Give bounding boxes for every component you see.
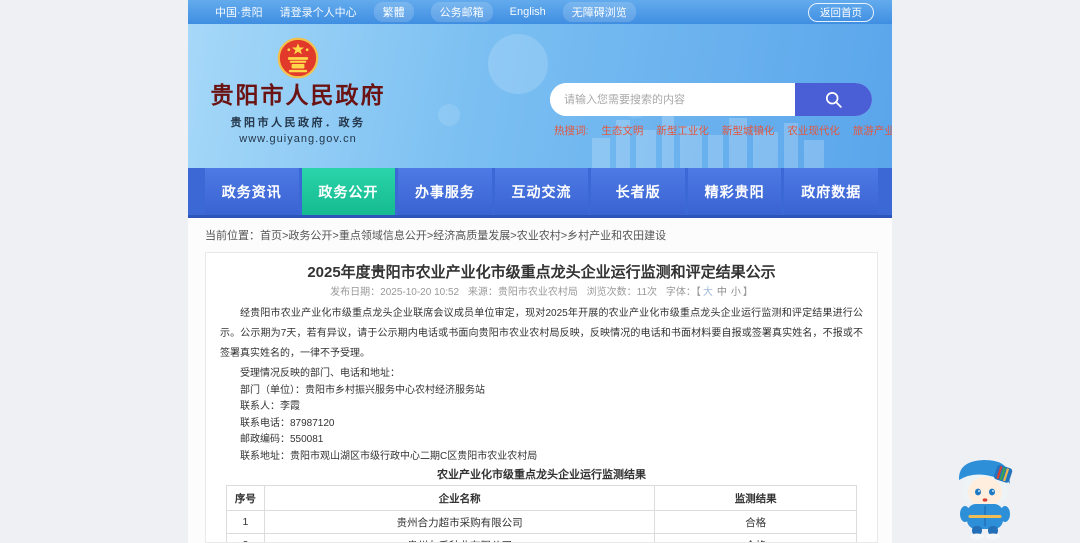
nav-tab-wonderful-guiyang[interactable]: 精彩贵阳 xyxy=(687,168,782,215)
nav-tab-services[interactable]: 办事服务 xyxy=(398,168,492,215)
col-header-seq: 序号 xyxy=(226,485,265,511)
font-size-label: 字体：【 xyxy=(665,287,701,298)
mascot-eye-highlight xyxy=(978,490,980,492)
header-banner: 贵阳市人民政府 贵阳市人民政府．政务 www.guiyang.gov.cn 热搜… xyxy=(188,24,892,168)
contact-phone: 联系电话：87987120 xyxy=(240,417,335,429)
banner-decoration xyxy=(438,104,460,126)
hot-word-industrialization[interactable]: 新型工业化 xyxy=(656,123,709,138)
nav-tab-news[interactable]: 政务资讯 xyxy=(205,168,299,215)
search-input[interactable] xyxy=(550,83,795,116)
nav-tab-senior-version[interactable]: 长者版 xyxy=(591,168,685,215)
breadcrumb: 当前位置：首页>政务公开>重点领域信息公开>经济高质量发展>农业农村>乡村产业和… xyxy=(205,227,666,243)
site-subtitle: 贵阳市人民政府．政务 xyxy=(230,117,366,129)
font-size-label-end: 】 xyxy=(742,287,753,298)
banner-decoration xyxy=(488,34,548,94)
nav-tab-interaction[interactable]: 互动交流 xyxy=(494,168,589,215)
city-skyline-silhouette xyxy=(592,108,892,168)
table-row: 2 贵州友禾种业有限公司 合格 xyxy=(226,533,857,542)
publish-date: 发布日期：2025-10-20 10:52 xyxy=(330,287,460,298)
article-meta: 发布日期：2025-10-20 10:52 来源：贵阳市农业农村局 浏览次数：1… xyxy=(220,287,863,298)
site-url: www.guiyang.gov.cn xyxy=(239,133,357,145)
font-size-medium-button[interactable]: 中 xyxy=(717,287,727,298)
nav-tab-gov-data[interactable]: 政府数据 xyxy=(784,168,879,215)
table-header-row: 序号 企业名称 监测结果 xyxy=(226,485,857,511)
hot-word-urbanization[interactable]: 新型城镇化 xyxy=(722,123,775,138)
mascot-face xyxy=(968,477,1002,507)
topbar-item-official-mail[interactable]: 公务邮箱 xyxy=(430,2,493,22)
site-logo[interactable]: 贵阳市人民政府 贵阳市人民政府．政务 www.guiyang.gov.cn xyxy=(208,36,388,145)
article-card: 2025年度贵阳市农业产业化市级重点龙头企业运行监测和评定结果公示 发布日期：2… xyxy=(205,252,878,543)
mascot-eye-highlight xyxy=(992,490,994,492)
table-row: 1 贵州合力超市采购有限公司 合格 xyxy=(226,510,857,534)
table-caption: 农业产业化市级重点龙头企业运行监测结果 xyxy=(437,469,646,481)
hot-word-ecology[interactable]: 生态文明 xyxy=(601,123,643,138)
mascot-belt xyxy=(968,515,1002,518)
breadcrumb-path[interactable]: 首页>政务公开>重点领域信息公开>经济高质量发展>农业农村>乡村产业和农田建设 xyxy=(260,230,666,242)
cell-seq: 1 xyxy=(226,510,265,534)
topbar-item-english[interactable]: English xyxy=(510,4,546,20)
topbar-item-login[interactable]: 请登录个人中心 xyxy=(280,2,357,22)
hot-search-label: 热搜词: xyxy=(554,125,589,137)
mascot-eye-left xyxy=(975,488,981,496)
monitoring-results-table: 序号 企业名称 监测结果 1 贵州合力超市采购有限公司 合格 2 贵州友禾种业有… xyxy=(226,485,857,542)
nav-tab-gov-disclosure[interactable]: 政务公开 xyxy=(301,168,396,215)
view-count: 浏览次数：11次 xyxy=(586,287,658,298)
search-button[interactable] xyxy=(795,83,872,116)
cell-seq: 2 xyxy=(226,533,265,542)
mascot-shoe-right xyxy=(986,533,1000,540)
article-source: 来源：贵阳市农业农村局 xyxy=(467,287,578,298)
page: 中国·贵阳 请登录个人中心 繁體 公务邮箱 English 无障碍浏览 返回首页 xyxy=(0,0,1080,543)
return-home-button[interactable]: 返回首页 xyxy=(808,2,874,22)
col-header-company: 企业名称 xyxy=(263,485,656,511)
top-utility-bar: 中国·贵阳 请登录个人中心 繁體 公务邮箱 English 无障碍浏览 返回首页 xyxy=(188,0,892,24)
contact-person: 联系人：李霞 xyxy=(240,401,300,412)
mascot-eye-right xyxy=(989,488,995,496)
search-bar xyxy=(550,83,872,116)
main-navigation: 政务资讯 政务公开 办事服务 互动交流 长者版 精彩贵阳 政府数据 xyxy=(188,168,892,218)
cell-result: 合格 xyxy=(654,533,857,542)
topbar-item-china-guiyang[interactable]: 中国·贵阳 xyxy=(215,2,263,22)
contact-department: 部门（单位）：贵阳市乡村振兴服务中心农村经济服务站 xyxy=(240,384,485,396)
site-title: 贵阳市人民政府 xyxy=(210,82,386,108)
article-paragraph-intro: 受理情况反映的部门、电话和地址： xyxy=(240,368,400,379)
cell-company: 贵州友禾种业有限公司 xyxy=(263,533,656,542)
col-header-result: 监测结果 xyxy=(654,485,857,511)
mascot-mouth xyxy=(982,498,988,502)
mascot-shoe-left xyxy=(970,533,984,540)
article-paragraph-main: 经贵阳市农业产业化市级重点龙头企业联席会议成员单位审定，现对2025年开展的农业… xyxy=(220,308,863,359)
hot-word-tourism[interactable]: 旅游产业化 xyxy=(853,123,892,138)
font-size-large-button[interactable]: 大 xyxy=(703,287,713,298)
cell-company: 贵州合力超市采购有限公司 xyxy=(263,510,656,534)
breadcrumb-label: 当前位置： xyxy=(205,230,260,242)
mascot-assistant-widget[interactable] xyxy=(945,448,1025,540)
hot-word-agriculture[interactable]: 农业现代化 xyxy=(787,123,840,138)
contact-address: 联系地址：贵阳市观山湖区市级行政中心二期C区贵阳市农业农村局 xyxy=(240,450,538,462)
cell-result: 合格 xyxy=(654,510,857,534)
hot-search-row: 热搜词: 生态文明 新型工业化 新型城镇化 农业现代化 旅游产业化 贵阳简介 xyxy=(554,123,892,138)
contact-postcode: 邮政编码：550081 xyxy=(240,434,324,445)
font-size-small-button[interactable]: 小 xyxy=(731,287,741,298)
search-icon xyxy=(825,91,842,108)
national-emblem-icon xyxy=(277,37,319,79)
article-title: 2025年度贵阳市农业产业化市级重点龙头企业运行监测和评定结果公示 xyxy=(307,264,776,281)
topbar-item-traditional-chinese[interactable]: 繁體 xyxy=(373,2,414,22)
topbar-item-accessibility[interactable]: 无障碍浏览 xyxy=(562,2,636,22)
